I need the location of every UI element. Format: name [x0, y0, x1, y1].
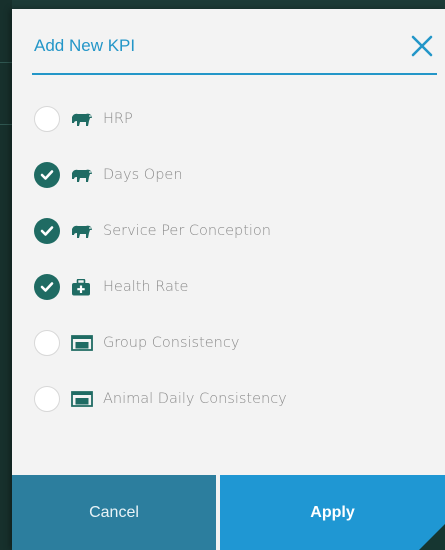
medical-kit-icon [71, 278, 93, 296]
kpi-label: Group Consistency [103, 335, 240, 351]
kpi-item-animal-daily-consistency[interactable]: Animal Daily Consistency [34, 384, 434, 414]
kpi-item-service-per-conception[interactable]: Service Per Conception [34, 216, 434, 246]
unchecked-radio[interactable] [34, 106, 60, 132]
dialog-title: Add New KPI [34, 36, 136, 55]
cow-icon [71, 222, 93, 240]
cow-icon [71, 166, 93, 184]
kpi-item-hrp[interactable]: HRP [34, 104, 434, 134]
feed-bunk-icon [71, 390, 93, 408]
kpi-label: Health Rate [103, 279, 189, 295]
cancel-button[interactable]: Cancel [12, 475, 216, 550]
background-divider [0, 124, 12, 125]
cow-icon [71, 110, 93, 128]
unchecked-radio[interactable] [34, 386, 60, 412]
dialog-header: Add New KPI [32, 9, 437, 75]
check-circle-icon[interactable] [34, 274, 60, 300]
kpi-label: Service Per Conception [103, 223, 271, 239]
background-divider [0, 62, 12, 63]
dialog-footer: Cancel Apply [12, 475, 445, 550]
kpi-label: Animal Daily Consistency [103, 391, 287, 407]
close-icon[interactable] [407, 31, 437, 61]
kpi-label: Days Open [103, 167, 183, 183]
check-circle-icon[interactable] [34, 162, 60, 188]
kpi-item-group-consistency[interactable]: Group Consistency [34, 328, 434, 358]
kpi-item-days-open[interactable]: Days Open [34, 160, 434, 190]
resize-corner [419, 524, 445, 550]
apply-button[interactable]: Apply [220, 475, 445, 550]
add-kpi-dialog: Add New KPI HRP Days Open Service Per Co… [12, 9, 445, 550]
check-circle-icon[interactable] [34, 218, 60, 244]
background-panel [0, 0, 12, 550]
kpi-item-health-rate[interactable]: Health Rate [34, 272, 434, 302]
kpi-label: HRP [103, 111, 133, 127]
feed-bunk-icon [71, 334, 93, 352]
unchecked-radio[interactable] [34, 330, 60, 356]
